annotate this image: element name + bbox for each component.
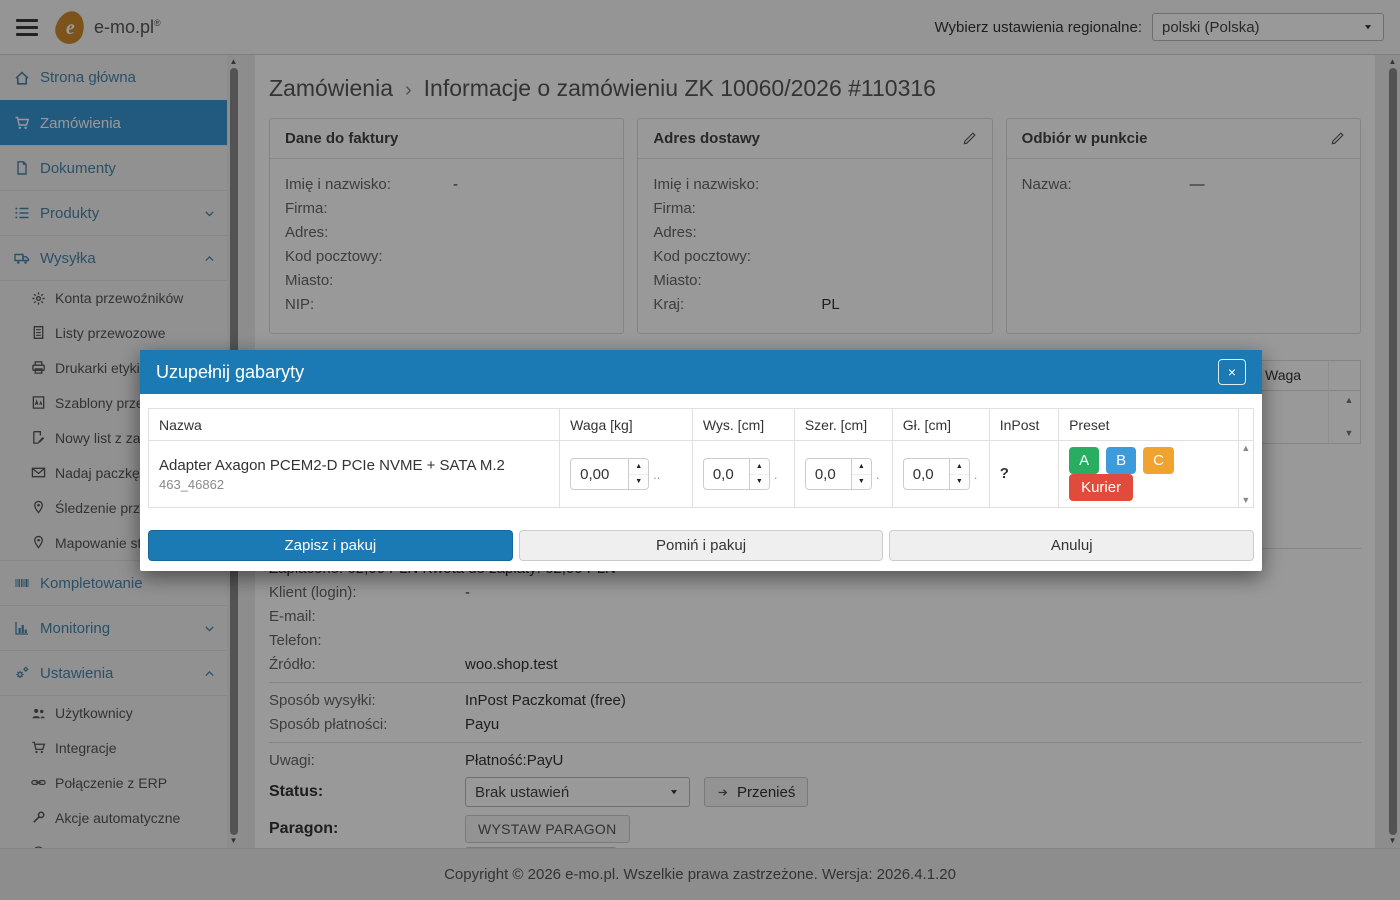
spinner-down-icon[interactable]: ▼ <box>950 475 969 490</box>
product-row: Adapter Axagon PCEM2-D PCIe NVME + SATA … <box>149 441 1254 508</box>
dimensions-table: Nazwa Waga [kg] Wys. [cm] Szer. [cm] Gł.… <box>148 408 1254 508</box>
close-icon[interactable]: × <box>1218 359 1246 385</box>
scroll-up-icon[interactable]: ▲ <box>1241 443 1250 453</box>
modal-title: Uzupełnij gabaryty <box>156 362 304 383</box>
preset-kurier-button[interactable]: Kurier <box>1069 474 1133 501</box>
inpost-unknown-mark: ? <box>1000 465 1009 482</box>
preset-b-button[interactable]: B <box>1106 447 1136 474</box>
column-header-height: Wys. [cm] <box>692 409 794 441</box>
column-header-weight: Waga [kg] <box>560 409 693 441</box>
fill-dimensions-modal: Uzupełnij gabaryty × Nazwa Waga [kg] Wys… <box>140 350 1262 571</box>
modal-table-scrollbar[interactable]: ▲ ▼ <box>1241 443 1251 505</box>
column-header-depth: Gł. [cm] <box>892 409 989 441</box>
table-header-row: Nazwa Waga [kg] Wys. [cm] Szer. [cm] Gł.… <box>149 409 1254 441</box>
product-code: 463_46862 <box>159 477 549 492</box>
width-input[interactable] <box>806 459 851 489</box>
modal-header: Uzupełnij gabaryty × <box>140 350 1262 394</box>
spinner-down-icon[interactable]: ▼ <box>852 475 871 490</box>
preset-a-button[interactable]: A <box>1069 447 1099 474</box>
spinner-up-icon[interactable]: ▲ <box>852 459 871 475</box>
spinner-up-icon[interactable]: ▲ <box>750 459 769 475</box>
spinner-down-icon[interactable]: ▼ <box>629 475 648 490</box>
preset-c-button[interactable]: C <box>1143 447 1174 474</box>
depth-input[interactable] <box>904 459 949 489</box>
column-header-preset: Preset <box>1059 409 1239 441</box>
skip-and-pack-button[interactable]: Pomiń i pakuj <box>519 530 884 561</box>
column-header-inpost: InPost <box>989 409 1058 441</box>
product-name: Adapter Axagon PCEM2-D PCIe NVME + SATA … <box>159 457 549 474</box>
cancel-button[interactable]: Anuluj <box>889 530 1254 561</box>
weight-input[interactable] <box>571 459 628 489</box>
save-and-pack-button[interactable]: Zapisz i pakuj <box>148 530 513 561</box>
spinner-up-icon[interactable]: ▲ <box>950 459 969 475</box>
spinner-down-icon[interactable]: ▼ <box>750 475 769 490</box>
spinner-up-icon[interactable]: ▲ <box>629 459 648 475</box>
column-header-width: Szer. [cm] <box>794 409 892 441</box>
height-input[interactable] <box>704 459 749 489</box>
scroll-down-icon[interactable]: ▼ <box>1241 495 1250 505</box>
column-header-name: Nazwa <box>149 409 560 441</box>
